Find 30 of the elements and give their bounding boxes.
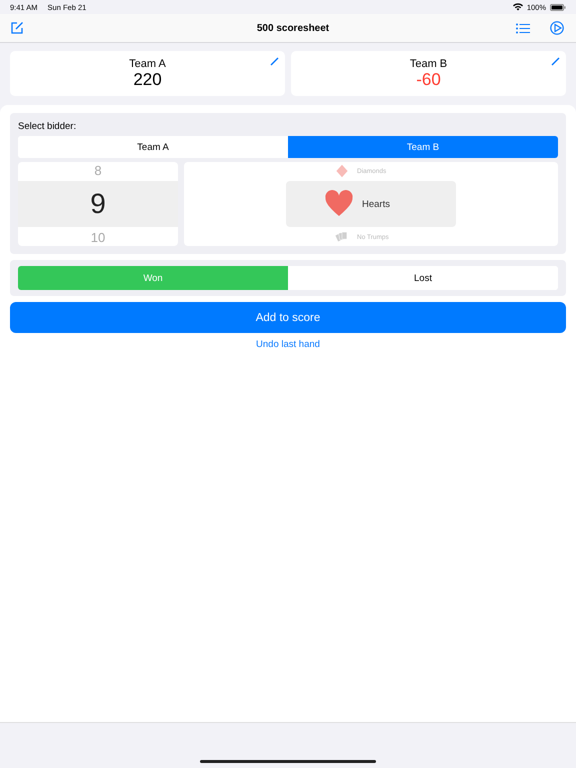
team-name: Team A xyxy=(129,58,166,70)
window-title: 500 scoresheet xyxy=(256,22,330,34)
bidder-tab[interactable]: Team B xyxy=(288,136,558,158)
wifi-icon xyxy=(512,3,523,11)
suit-label: Hearts xyxy=(362,198,391,210)
tricks-option[interactable]: 8 xyxy=(18,162,178,179)
heart-icon xyxy=(324,189,354,219)
play-button[interactable] xyxy=(548,19,566,37)
tricks-picker[interactable]: 8 9 10 xyxy=(18,162,178,246)
cards-icon xyxy=(335,230,349,244)
tricks-option[interactable]: 10 xyxy=(18,229,178,246)
battery-icon xyxy=(550,4,566,10)
team-score: 220 xyxy=(133,70,162,90)
team-name: Team B xyxy=(410,58,448,70)
pencil-icon xyxy=(551,57,560,66)
edit-button[interactable] xyxy=(270,57,279,66)
tricks-option[interactable]: 9 xyxy=(18,181,178,227)
suit-option[interactable]: Hearts xyxy=(286,181,456,227)
edit-button[interactable] xyxy=(551,57,560,66)
team-score: -60 xyxy=(416,70,441,90)
undo-link[interactable]: Undo last hand xyxy=(256,339,320,350)
diamond-icon xyxy=(335,164,349,178)
list-button[interactable] xyxy=(514,20,532,36)
bidder-label: Select bidder: xyxy=(18,121,78,132)
result-tab[interactable]: Won xyxy=(18,266,288,290)
pencil-icon xyxy=(270,57,279,66)
add-to-score-button[interactable]: Add to score xyxy=(10,302,566,333)
list-icon xyxy=(516,22,530,34)
compose-icon xyxy=(10,21,24,35)
play-circle-icon xyxy=(550,21,564,35)
